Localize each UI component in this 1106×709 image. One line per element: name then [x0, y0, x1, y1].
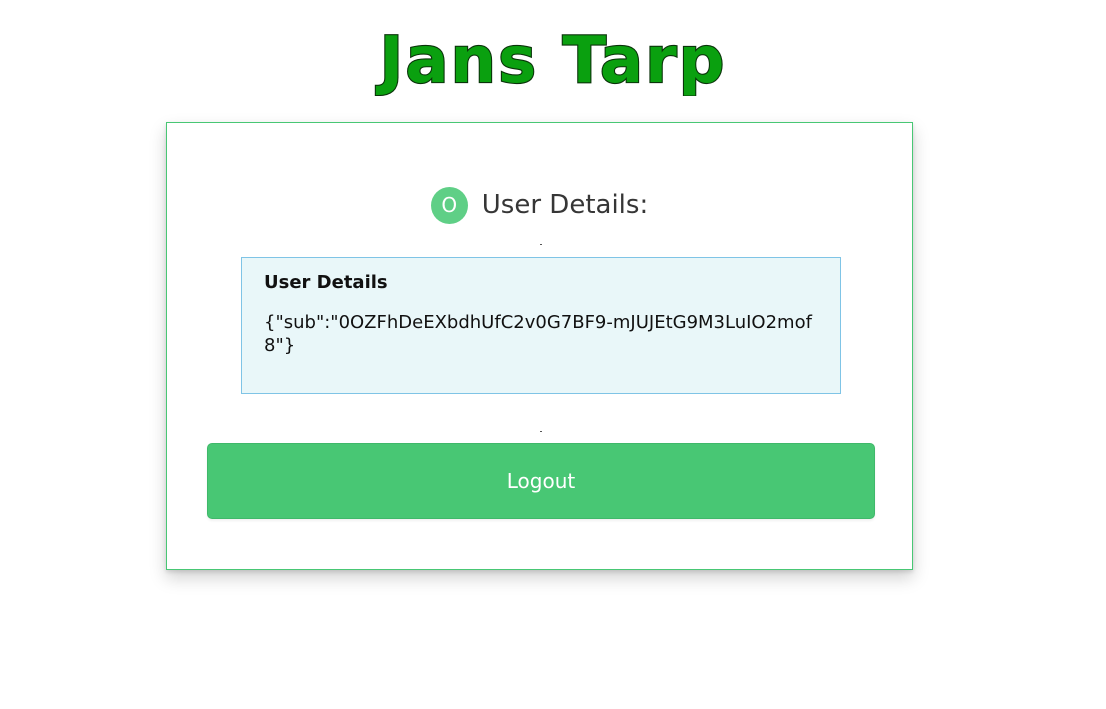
user-details-card: O User Details: User Details {"sub":"0OZ… — [166, 122, 913, 570]
logout-button[interactable]: Logout — [207, 443, 875, 519]
details-json: {"sub":"0OZFhDeEXbdhUfC2v0G7BF9-mJUJEtG9… — [264, 312, 812, 356]
avatar-letter: O — [441, 193, 458, 217]
user-details-box: User Details {"sub":"0OZFhDeEXbdhUfC2v0G… — [241, 257, 841, 394]
app-logo: Jans Tarp — [0, 18, 1106, 96]
details-title: User Details — [264, 272, 388, 293]
page-title: User Details: — [481, 190, 649, 220]
logo-text: Jans Tarp — [376, 24, 727, 96]
avatar: O — [430, 186, 468, 224]
separator-dot-bottom — [540, 431, 542, 432]
card-header: O User Details: — [167, 185, 912, 225]
separator-dot-top — [540, 244, 542, 245]
logo-image: Jans Tarp — [374, 23, 727, 96]
logout-label: Logout — [506, 469, 576, 493]
